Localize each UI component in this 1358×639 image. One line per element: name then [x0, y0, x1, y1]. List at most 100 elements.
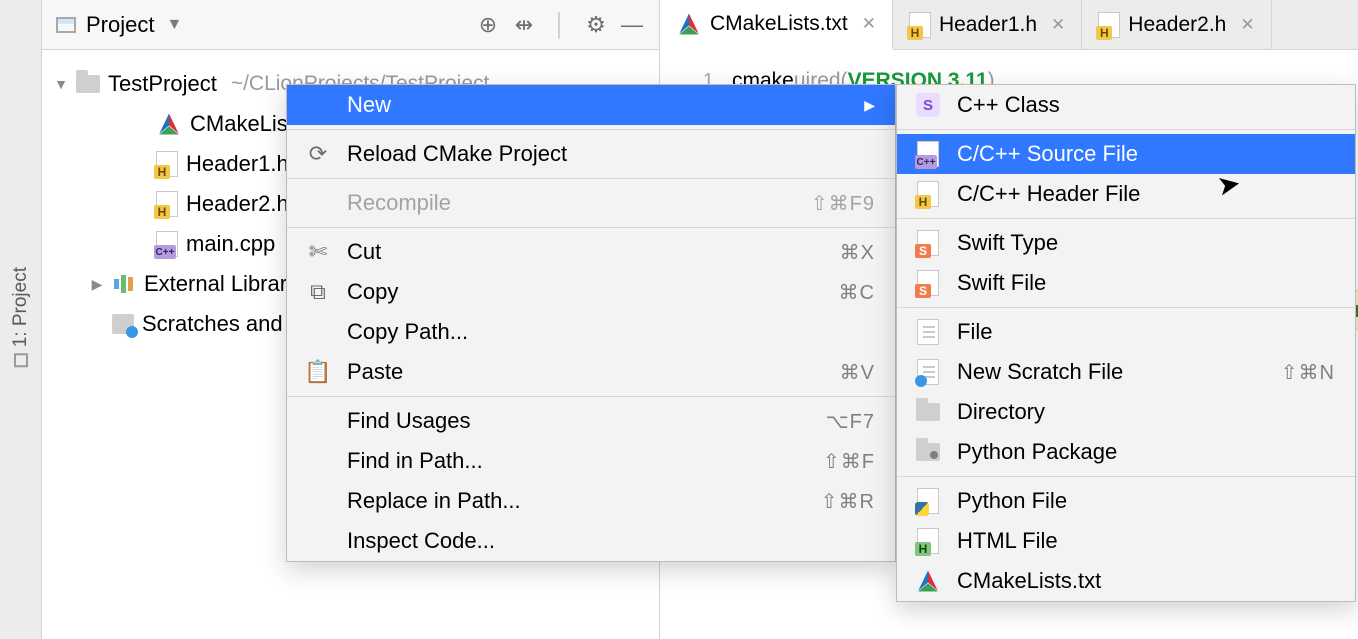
close-tab-icon[interactable]: ✕ — [1051, 15, 1065, 35]
menu-item-label: Python Package — [957, 439, 1335, 465]
project-view-title[interactable]: Project — [86, 12, 154, 38]
menu-item-label: Copy — [347, 279, 823, 305]
menu-item-label: Swift Type — [957, 230, 1335, 256]
tool-window-rail[interactable]: 1: Project — [0, 0, 42, 639]
menu-item[interactable]: S C++ Class — [897, 85, 1355, 125]
menu-item[interactable]: C/C++ Source File — [897, 134, 1355, 174]
filebadge-icon — [915, 359, 941, 385]
menu-item-label: Replace in Path... — [347, 488, 805, 514]
h-icon — [915, 181, 941, 207]
paste-icon: 📋 — [305, 359, 331, 385]
new-submenu: S C++ Class C/C++ Source File C/C++ Header … — [896, 84, 1356, 602]
project-tool-tab[interactable]: 1: Project — [10, 267, 32, 371]
menu-item-label: Python File — [957, 488, 1335, 514]
menu-item-label: CMakeLists.txt — [957, 568, 1335, 594]
close-tab-icon[interactable]: ✕ — [1240, 15, 1254, 35]
menu-item-label: Reload CMake Project — [347, 141, 875, 167]
menu-item[interactable]: CMakeLists.txt — [897, 561, 1355, 601]
project-panel-header: Project ▼ ⊕ ⇹ │ ⚙ — — [42, 0, 660, 49]
collapse-all-icon[interactable]: ⇹ — [511, 12, 537, 38]
menu-item-label: Inspect Code... — [347, 528, 875, 554]
s-icon: S — [915, 93, 941, 117]
project-rail-label: 1: Project — [10, 267, 32, 347]
swift-icon — [915, 270, 941, 296]
tree-label: Header1.h — [186, 151, 289, 177]
reload-icon: ⟳ — [305, 141, 331, 167]
menu-item[interactable]: HTML File — [897, 521, 1355, 561]
editor-tab[interactable]: CMakeLists.txt ✕ — [660, 0, 893, 50]
context-menu: New ▶ ⟳ Reload CMake Project Recompile ⇧⌘F9 ✄ C… — [286, 84, 896, 562]
menu-item-label: File — [957, 319, 1335, 345]
editor-tab[interactable]: Header1.h ✕ — [893, 0, 1082, 49]
menu-item-label: Directory — [957, 399, 1335, 425]
menu-item[interactable]: New ▶ — [287, 85, 895, 125]
close-tab-icon[interactable]: ✕ — [862, 14, 876, 34]
tab-label: Header2.h — [1128, 13, 1226, 37]
menu-shortcut: ⇧⌘F9 — [811, 191, 875, 216]
tab-label: Header1.h — [939, 13, 1037, 37]
menu-shortcut: ⌘C — [839, 280, 875, 305]
menu-item[interactable]: Find in Path... ⇧⌘F — [287, 441, 895, 481]
menu-item-label: Cut — [347, 239, 824, 265]
menu-item-label: HTML File — [957, 528, 1335, 554]
py-icon — [915, 488, 941, 514]
project-rail-icon — [14, 354, 28, 368]
menu-shortcut: ⌘V — [840, 360, 875, 385]
dir-icon — [915, 403, 941, 421]
menu-item[interactable]: ✄ Cut ⌘X — [287, 232, 895, 272]
menu-item[interactable]: ⟳ Reload CMake Project — [287, 134, 895, 174]
menu-shortcut: ⌘X — [840, 240, 875, 265]
file-icon — [915, 319, 941, 345]
cpp-icon — [915, 141, 941, 167]
tree-label: TestProject — [108, 71, 217, 97]
menu-shortcut: ⇧⌘F — [823, 449, 875, 474]
menu-shortcut: ⌥F7 — [826, 409, 875, 434]
menu-item-label: Swift File — [957, 270, 1335, 296]
menu-item[interactable]: Python File — [897, 481, 1355, 521]
menu-item[interactable]: Copy Path... — [287, 312, 895, 352]
menu-item[interactable]: C/C++ Header File — [897, 174, 1355, 214]
tab-label: CMakeLists.txt — [710, 12, 848, 36]
menu-item[interactable]: Inspect Code... — [287, 521, 895, 561]
menu-item[interactable]: Directory — [897, 392, 1355, 432]
swift-icon — [915, 230, 941, 256]
editor-tab[interactable]: Header2.h ✕ — [1082, 0, 1271, 49]
menu-item[interactable]: New Scratch File ⇧⌘N — [897, 352, 1355, 392]
tree-label: main.cpp — [186, 231, 275, 257]
menu-item-label: New — [347, 92, 848, 118]
submenu-arrow-icon: ▶ — [864, 97, 875, 114]
project-view-icon — [56, 17, 76, 33]
menu-item-label: C/C++ Header File — [957, 181, 1335, 207]
menu-item-label: Find in Path... — [347, 448, 807, 474]
menu-item-label: New Scratch File — [957, 359, 1265, 385]
menu-item-label: Find Usages — [347, 408, 810, 434]
menu-item[interactable]: File — [897, 312, 1355, 352]
dirdot-icon — [915, 443, 941, 461]
menu-item[interactable]: Find Usages ⌥F7 — [287, 401, 895, 441]
hide-panel-icon[interactable]: — — [619, 12, 645, 38]
cmake-icon — [915, 568, 941, 594]
menu-item[interactable]: Swift File — [897, 263, 1355, 303]
copy-icon: ⧉ — [305, 279, 331, 305]
menu-shortcut: ⇧⌘R — [821, 489, 875, 514]
menu-item-label: Paste — [347, 359, 824, 385]
html-icon — [915, 528, 941, 554]
project-view-dropdown-icon[interactable]: ▼ — [166, 16, 182, 34]
menu-item[interactable]: Swift Type — [897, 223, 1355, 263]
gear-icon[interactable]: ⚙ — [583, 12, 609, 38]
menu-item[interactable]: Replace in Path... ⇧⌘R — [287, 481, 895, 521]
menu-item: Recompile ⇧⌘F9 — [287, 183, 895, 223]
editor-tabs: CMakeLists.txt ✕ Header1.h ✕ Header2.h ✕ — [660, 0, 1358, 49]
divider: │ — [547, 12, 573, 38]
menu-item-label: C++ Class — [957, 92, 1335, 118]
menu-item-label: Recompile — [347, 190, 795, 216]
menu-item-label: C/C++ Source File — [957, 141, 1335, 167]
menu-item[interactable]: ⧉ Copy ⌘C — [287, 272, 895, 312]
cut-icon: ✄ — [305, 239, 331, 265]
menu-shortcut: ⇧⌘N — [1281, 360, 1335, 385]
tree-label: Header2.h — [186, 191, 289, 217]
locate-icon[interactable]: ⊕ — [475, 12, 501, 38]
menu-item-label: Copy Path... — [347, 319, 875, 345]
menu-item[interactable]: Python Package — [897, 432, 1355, 472]
menu-item[interactable]: 📋 Paste ⌘V — [287, 352, 895, 392]
